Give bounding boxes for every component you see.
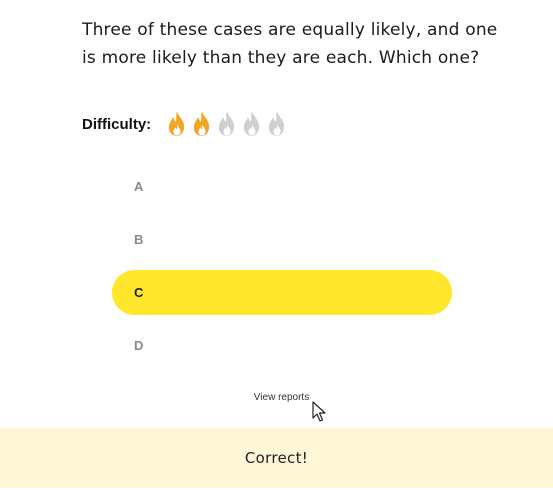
flame-icon bbox=[244, 111, 260, 136]
difficulty-flames bbox=[165, 110, 289, 138]
option-b-label: B bbox=[134, 232, 144, 247]
flame-icon bbox=[269, 111, 285, 136]
difficulty-rating: Difficulty: bbox=[82, 106, 289, 142]
option-b[interactable]: B bbox=[112, 217, 452, 262]
option-c[interactable]: C bbox=[112, 270, 452, 315]
option-d[interactable]: D bbox=[112, 323, 452, 368]
option-d-label: D bbox=[134, 338, 144, 353]
result-text: Correct! bbox=[244, 449, 309, 467]
mouse-pointer-icon bbox=[312, 401, 326, 422]
flame-icon bbox=[219, 111, 235, 136]
flame-icon bbox=[169, 111, 185, 136]
flame-icon bbox=[194, 111, 210, 136]
difficulty-label: Difficulty: bbox=[82, 115, 152, 133]
option-a-label: A bbox=[134, 179, 144, 194]
answer-options: A B C D bbox=[112, 164, 452, 376]
option-c-label: C bbox=[134, 285, 144, 300]
result-banner: Correct! bbox=[0, 428, 553, 488]
question-text: Three of these cases are equally likely,… bbox=[82, 16, 502, 72]
view-reports-link[interactable]: View reports bbox=[0, 392, 553, 403]
option-a[interactable]: A bbox=[112, 164, 452, 209]
question-line-1: Three of these cases are equally likely,… bbox=[82, 20, 498, 40]
question-line-2: is more likely than they are each. Which… bbox=[82, 48, 480, 68]
